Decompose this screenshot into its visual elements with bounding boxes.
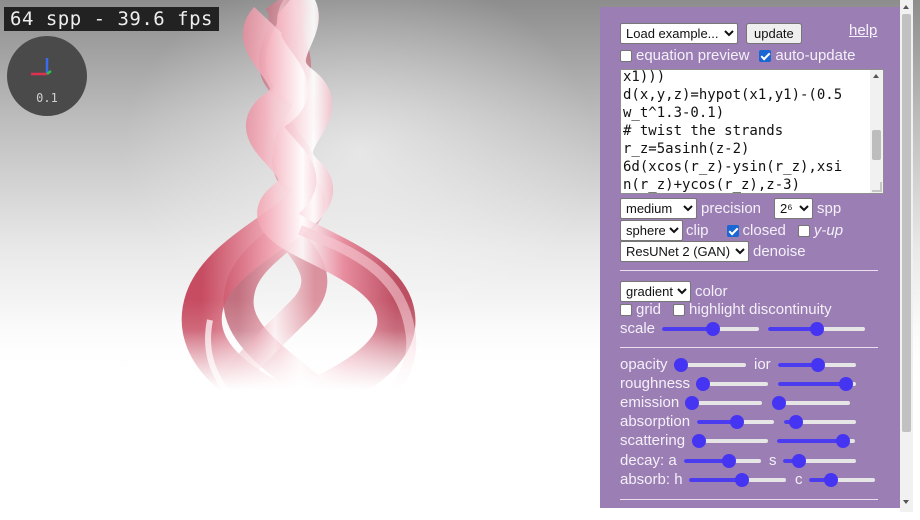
slider-knob[interactable] <box>835 433 850 448</box>
color-label: color <box>695 283 728 300</box>
code-line: w_t^1.3-0.1) <box>623 105 725 121</box>
slider-fill <box>777 438 843 443</box>
denoise-label: denoise <box>753 243 806 260</box>
divider <box>620 499 878 500</box>
scroll-thumb[interactable] <box>872 130 881 160</box>
decay-s-label: s <box>769 452 777 469</box>
slider-knob[interactable] <box>721 453 736 468</box>
example-select[interactable]: Load example... <box>620 23 738 44</box>
grid-checkbox[interactable] <box>620 303 632 316</box>
y-up-label: y-up <box>813 222 844 239</box>
absorption-slider[interactable] <box>697 414 774 429</box>
equation-text: x1))) d(x,y,z)=hypot(x1,y1)-(0.5 w_t^1.3-0… <box>623 69 871 193</box>
slider-knob[interactable] <box>696 376 710 391</box>
scale-slider-2[interactable] <box>768 321 865 336</box>
code-line: # twist the strands <box>623 123 784 139</box>
scale-label: scale <box>620 320 656 337</box>
axis-gizmo[interactable]: 0.1 <box>7 36 87 116</box>
equation-editor[interactable]: x1))) d(x,y,z)=hypot(x1,y1)-(0.5 w_t^1.3-0… <box>620 69 884 194</box>
slider-knob[interactable] <box>685 395 699 410</box>
absorb-c-slider[interactable] <box>809 472 875 487</box>
roughness-label: roughness <box>620 375 691 392</box>
slider-knob[interactable] <box>811 357 826 372</box>
resize-grip-icon[interactable] <box>872 182 882 192</box>
auto-update-label: auto-update <box>775 47 856 64</box>
roughness-slider-2[interactable] <box>778 376 856 391</box>
closed-label: closed <box>742 222 786 239</box>
auto-update-checkbox[interactable] <box>759 49 772 62</box>
slider-knob[interactable] <box>674 357 688 372</box>
highlight-checkbox[interactable] <box>673 303 686 316</box>
control-panel: Load example... update help equation pre… <box>600 7 900 508</box>
scale-slider-1[interactable] <box>662 321 759 336</box>
equation-preview-label: equation preview <box>636 47 750 64</box>
page-scrollbar[interactable] <box>900 0 913 512</box>
y-up-checkbox[interactable] <box>797 224 810 237</box>
help-link[interactable]: help <box>849 22 877 39</box>
code-line: 6d(xcos(r_z)-ysin(r_z),xsi <box>623 159 843 175</box>
scattering-label: scattering <box>620 432 686 449</box>
slider-fill <box>689 477 742 482</box>
opacity-slider[interactable] <box>674 357 746 372</box>
editor-scrollbar[interactable] <box>870 70 883 193</box>
divider <box>620 270 878 271</box>
slider-knob[interactable] <box>809 321 824 336</box>
absorb-h-label: absorb: h <box>620 471 683 488</box>
ior-slider[interactable] <box>778 357 856 372</box>
code-line: x1))) <box>623 69 666 85</box>
clip-label: clip <box>686 222 709 239</box>
slider-knob[interactable] <box>788 414 803 429</box>
update-button[interactable]: update <box>746 23 802 44</box>
decay-s-slider[interactable] <box>783 453 856 468</box>
decay-a-label: decay: a <box>620 452 677 469</box>
precision-label: precision <box>701 200 762 217</box>
scattering-slider-2[interactable] <box>777 433 855 448</box>
denoise-select[interactable]: ResUNet 2 (GAN) <box>620 241 749 262</box>
ior-label: ior <box>754 356 771 373</box>
scroll-up-icon <box>873 74 879 78</box>
divider <box>620 347 878 348</box>
slider-knob[interactable] <box>692 433 706 448</box>
scroll-down-icon <box>903 500 909 504</box>
scroll-up-icon <box>903 5 909 9</box>
slider-knob[interactable] <box>772 395 786 410</box>
clip-select[interactable]: sphere <box>620 220 683 241</box>
code-line: n(r_z)+ycos(r_z),z-3) <box>623 177 801 193</box>
emission-slider[interactable] <box>685 395 762 410</box>
spp-label: spp <box>817 200 842 217</box>
equation-preview-checkbox[interactable] <box>620 49 632 62</box>
absorption-label: absorption <box>620 413 691 430</box>
code-line: r_z=5asinh(z-2) <box>623 141 750 157</box>
absorption-slider-2[interactable] <box>784 414 856 429</box>
code-line: d(x,y,z)=hypot(x1,y1)-(0.5 <box>623 87 843 103</box>
closed-checkbox[interactable] <box>726 224 739 237</box>
slider-knob[interactable] <box>823 472 838 487</box>
slider-fill <box>778 381 846 386</box>
precision-select[interactable]: medium <box>620 198 697 219</box>
page-scroll-thumb[interactable] <box>902 14 911 432</box>
slider-knob[interactable] <box>730 414 745 429</box>
slider-knob[interactable] <box>791 453 806 468</box>
absorb-c-label: c <box>795 471 803 488</box>
highlight-label: highlight discontinuity <box>689 301 832 318</box>
emission-label: emission <box>620 394 680 411</box>
spp-select[interactable]: 2⁶ <box>774 198 814 219</box>
absorb-h-slider[interactable] <box>689 472 786 487</box>
emission-slider-2[interactable] <box>772 395 850 410</box>
slider-knob[interactable] <box>705 321 720 336</box>
opacity-label: opacity <box>620 356 668 373</box>
slider-knob[interactable] <box>734 472 749 487</box>
grid-label: grid <box>636 301 662 318</box>
scattering-slider[interactable] <box>692 433 768 448</box>
color-select[interactable]: gradient <box>620 281 691 302</box>
slider-knob[interactable] <box>838 376 853 391</box>
zoom-readout: 0.1 <box>36 91 58 105</box>
fps-counter: 64 spp - 39.6 fps <box>4 7 219 31</box>
roughness-slider[interactable] <box>696 376 768 391</box>
decay-a-slider[interactable] <box>684 453 761 468</box>
